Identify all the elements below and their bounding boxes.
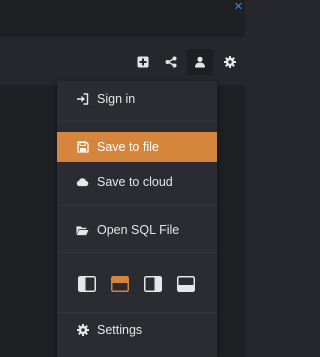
- toolbar: [0, 37, 245, 85]
- save-to-cloud-label: Save to cloud: [97, 175, 173, 189]
- open-sql-file-item[interactable]: Open SQL File: [57, 215, 217, 245]
- layout-top-panel-icon: [111, 276, 129, 292]
- save-to-cloud-item[interactable]: Save to cloud: [57, 167, 217, 197]
- plus-square-icon: [137, 56, 149, 68]
- settings-button[interactable]: [220, 52, 240, 72]
- layout-right-panel-icon: [144, 276, 162, 292]
- share-button[interactable]: [161, 52, 181, 72]
- cloud-icon: [76, 176, 89, 189]
- save-to-file-label: Save to file: [97, 140, 159, 154]
- share-icon: [165, 56, 177, 68]
- add-button[interactable]: [133, 52, 153, 72]
- gear-icon: [224, 56, 236, 68]
- close-icon[interactable]: ✕: [234, 2, 243, 13]
- menu-divider: [57, 205, 217, 206]
- layout-bottom-button[interactable]: [175, 273, 197, 295]
- layout-top-button[interactable]: [109, 273, 131, 295]
- layout-right-button[interactable]: [142, 273, 164, 295]
- floppy-disk-icon: [76, 141, 89, 154]
- menu-divider: [57, 121, 217, 122]
- top-bar: ✕: [0, 0, 245, 38]
- layout-left-button[interactable]: [76, 273, 98, 295]
- settings-label: Settings: [97, 323, 143, 337]
- sign-in-icon: [76, 93, 89, 106]
- folder-open-icon: [76, 224, 89, 237]
- menu-divider: [57, 252, 217, 253]
- layout-bottom-panel-icon: [177, 276, 195, 292]
- account-menu: Sign in Save to file Save to cloud Open …: [57, 81, 217, 357]
- settings-item[interactable]: Settings: [57, 315, 217, 345]
- save-to-file-item[interactable]: Save to file: [57, 132, 217, 162]
- sign-in-label: Sign in: [97, 92, 136, 106]
- user-icon: [195, 56, 205, 68]
- account-button[interactable]: [187, 49, 213, 75]
- gear-icon: [76, 324, 89, 337]
- layout-left-panel-icon: [78, 276, 96, 292]
- sign-in-item[interactable]: Sign in: [57, 84, 217, 114]
- menu-divider: [57, 312, 217, 313]
- open-sql-file-label: Open SQL File: [97, 223, 180, 237]
